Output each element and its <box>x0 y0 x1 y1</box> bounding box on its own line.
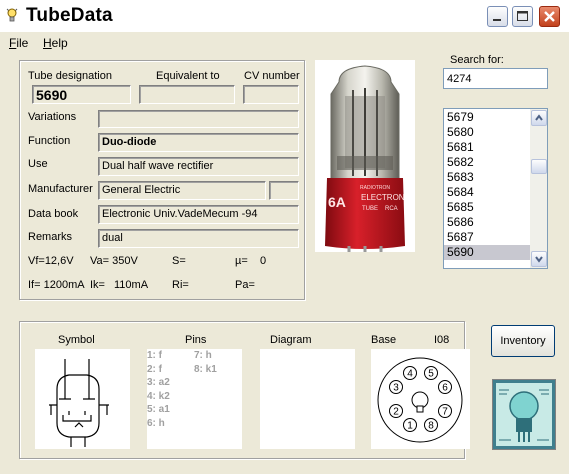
scroll-thumb[interactable] <box>531 159 547 174</box>
list-item[interactable]: 5680 <box>444 125 530 140</box>
manufacturer-field[interactable]: General Electric <box>98 181 266 200</box>
param-if: If= 1200mA <box>28 279 85 291</box>
equivalent-to-field[interactable] <box>139 85 235 104</box>
pin-entry: 2: f <box>147 363 162 375</box>
list-item[interactable]: 5685 <box>444 200 530 215</box>
base-pinout-diagram: 12 34 56 78 <box>377 357 463 443</box>
menu-file[interactable]: File <box>9 36 28 50</box>
base-pin-number: 1 <box>407 421 413 432</box>
minimize-button[interactable] <box>487 6 508 27</box>
tube-designation-field[interactable]: 5690 <box>32 85 131 104</box>
pin-entry: 4: k2 <box>147 390 170 402</box>
param-ik: Ik= <box>90 279 105 291</box>
data-book-label: Data book <box>28 208 79 220</box>
cv-number-field[interactable] <box>243 85 299 104</box>
photo-brand: RADIOTRON <box>360 185 390 191</box>
data-book-field[interactable]: Electronic Univ.VadeMecum -94 <box>98 205 299 224</box>
list-item[interactable]: 5686 <box>444 215 530 230</box>
tube-symbol-diagram <box>49 359 109 447</box>
param-pa: Pa= <box>235 279 255 291</box>
use-field[interactable]: Dual half wave rectifier <box>98 157 299 176</box>
menu-bar <box>0 32 569 52</box>
base-type-label: I08 <box>434 334 450 346</box>
tube-list[interactable]: 5679 5680 5681 5682 5683 5684 5685 5686 5687 5690 <box>443 108 548 269</box>
pins-panel: 1: f 2: f 3: a2 4: k2 5: a1 6: h 7: h 8: k1 <box>147 349 242 449</box>
remarks-field[interactable]: dual <box>98 229 299 248</box>
remarks-label: Remarks <box>28 231 73 243</box>
param-va: Va= 350V <box>90 255 138 267</box>
lightbulb-icon <box>6 8 18 22</box>
search-input[interactable] <box>443 68 548 89</box>
photo-line: ELECTRON <box>361 193 405 202</box>
base-pin-number: 8 <box>428 421 434 432</box>
inventory-button[interactable]: Inventory <box>491 325 555 357</box>
variations-field[interactable] <box>98 110 299 128</box>
base-pin-number: 3 <box>393 383 399 394</box>
base-panel: 12 34 56 78 <box>371 349 470 449</box>
tube-logo-icon <box>493 380 555 449</box>
pin-entry: 7: h <box>194 350 212 361</box>
photo-mark: RCA <box>385 206 398 212</box>
menu-help[interactable]: Help <box>43 36 68 50</box>
tube-designation-label: Tube designation <box>28 70 112 82</box>
param-mu-value: 0 <box>260 255 267 267</box>
base-label: Base <box>371 334 397 346</box>
list-item[interactable]: 5679 <box>444 110 530 125</box>
chevron-up-icon <box>535 114 543 121</box>
list-item[interactable]: 5684 <box>444 185 530 200</box>
list-item[interactable]: 5683 <box>444 170 530 185</box>
list-item[interactable]: 5687 <box>444 230 530 245</box>
base-pin-number: 7 <box>442 407 448 418</box>
param-mu: µ= <box>235 255 248 267</box>
use-label: Use <box>28 158 48 170</box>
pin-entry: 8: k1 <box>194 363 217 375</box>
base-pin-number: 4 <box>407 369 413 380</box>
close-icon <box>544 11 555 22</box>
tubedata-logo <box>492 379 556 450</box>
photo-tube: TUBE <box>362 206 378 212</box>
chevron-down-icon <box>535 256 543 263</box>
param-ri: Ri= <box>172 279 189 291</box>
maximize-icon <box>517 11 528 21</box>
scroll-down-button[interactable] <box>531 251 547 267</box>
pin-entry: 5: a1 <box>147 404 170 416</box>
pin-entry: 1: f <box>147 350 162 361</box>
equivalent-to-label: Equivalent to <box>156 70 220 82</box>
manufacturer-label: Manufacturer <box>28 183 93 195</box>
maximize-button[interactable] <box>512 6 533 27</box>
param-s: S= <box>172 255 186 267</box>
list-item[interactable]: 5681 <box>444 140 530 155</box>
minimize-icon <box>493 19 501 21</box>
list-item[interactable]: 5690 <box>444 245 530 260</box>
scroll-up-button[interactable] <box>531 110 547 126</box>
symbol-panel <box>35 349 130 449</box>
diagram-panel <box>260 349 355 449</box>
manufacturer-code-field[interactable] <box>269 181 299 200</box>
list-scrollbar[interactable] <box>530 109 547 268</box>
function-field[interactable]: Duo-diode <box>98 133 299 152</box>
close-button[interactable] <box>539 6 560 27</box>
photo-partial: 6A <box>328 194 346 210</box>
list-item[interactable]: 5682 <box>444 155 530 170</box>
tube-photo: RADIOTRON ELECTRON TUBE RCA 6A <box>315 60 415 252</box>
function-label: Function <box>28 135 71 147</box>
search-label: Search for: <box>450 54 504 66</box>
param-vf: Vf=12,6V <box>28 255 74 267</box>
cv-number-label: CV number <box>244 70 300 82</box>
base-pin-number: 5 <box>428 369 434 380</box>
param-ik-value: 110mA <box>114 279 149 291</box>
pin-entry: 6: h <box>147 417 165 429</box>
pins-label: Pins <box>185 334 207 346</box>
base-pin-number: 2 <box>393 407 399 418</box>
diagram-label: Diagram <box>270 334 312 346</box>
window-title: TubeData <box>26 5 113 26</box>
pin-entry: 3: a2 <box>147 377 170 389</box>
symbol-label: Symbol <box>58 334 95 346</box>
base-pin-number: 6 <box>442 383 448 394</box>
variations-label: Variations <box>28 111 77 123</box>
